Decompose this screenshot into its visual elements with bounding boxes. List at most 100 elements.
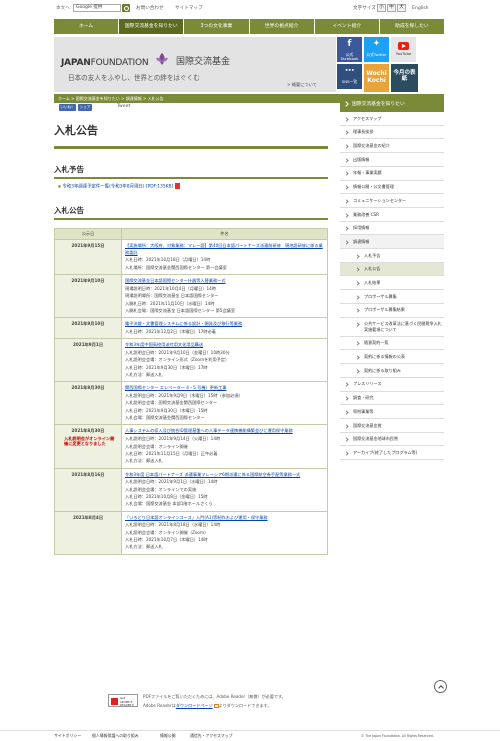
sidebar-item[interactable]: 年報・事業実績 <box>340 167 444 181</box>
notice-date-cell: 2021年8月16日 <box>54 467 122 512</box>
sns-list-button[interactable]: ⋯ SNS一覧 <box>337 64 362 89</box>
sidebar-item[interactable]: 寄附事業等 <box>340 405 444 419</box>
notice-title-link[interactable]: 令和3年度 日本語パートナーズ 派遣事業マレーシア6期派遣に係る国際航空券手配等… <box>125 472 324 479</box>
column-header-date: 公示日 <box>54 228 122 240</box>
footer-privacy[interactable]: 個人情報保護への取り組み <box>92 733 139 739</box>
sidebar-item[interactable]: 公共サービス改革法に基づく民間競争入札実施要項について <box>340 317 444 337</box>
breadcrumb-procurement[interactable]: 調達情報 <box>126 96 142 101</box>
contact-link[interactable]: お問い合わせ <box>136 6 164 12</box>
sidebar-item[interactable]: 随意契約一覧 <box>340 336 444 351</box>
sidebar-item[interactable]: 入札結果 <box>340 276 444 291</box>
sidebar-item[interactable]: アーカイブ(終了したプログラム等) <box>340 446 444 461</box>
facebook-button[interactable]: f 公式Facebook <box>337 37 362 62</box>
notice-date: 2021年8月4日 <box>72 514 104 520</box>
sidebar-item[interactable]: 理事長挨拶 <box>340 126 444 140</box>
tweet-button[interactable]: Tweet <box>117 104 130 110</box>
sidebar-item[interactable]: 採用情報 <box>340 222 444 236</box>
sidebar-heading[interactable]: 国際交流基金を知りたい <box>340 97 444 112</box>
youtube-label: YouTube <box>395 51 412 56</box>
breadcrumb-home[interactable]: ホーム <box>58 96 70 101</box>
notice-detail-line: 入札日時：2021年9月30日（木曜日）17時 <box>125 364 208 370</box>
sidebar-item[interactable]: 情報公開・公文書管理 <box>340 181 444 195</box>
notice-detail-line: 入札日時：2021年10月18日（月曜日）14時 <box>125 257 211 263</box>
font-medium-button[interactable]: 中 <box>387 4 396 12</box>
sitemap-link[interactable]: サイトマップ <box>175 6 203 12</box>
facebook-like-button[interactable]: いいね！ 1 <box>59 104 76 116</box>
table-row: 2021年9月10日 電子決裁・文書管理システムに係る設計・開発及び移行等業務 入札… <box>54 317 328 340</box>
notice-title-link[interactable]: 「いろどり日本語オンラインコース」入門(A1)等制作および運用・保守業務 <box>125 515 324 522</box>
wochikochi-banner[interactable]: Wochi Kochi <box>364 64 389 92</box>
table-row: 2021年9月15日 【実施場所：大阪府、対象業務：マレー語】第40回日本語パート… <box>54 238 328 276</box>
sidebar-item[interactable]: プレスリリース <box>340 378 444 392</box>
notice-detail-line: 入開札日時：2021年11月10日（水曜日）14時 <box>125 300 215 306</box>
notice-detail-cell: 「いろどり日本語オンラインコース」入門(A1)等制作および運用・保守業務 入札説明… <box>121 510 328 555</box>
adobe-badge-line2: ADOBE® READER® <box>120 699 135 708</box>
monthly-cover-banner[interactable]: 今月の表紙 <box>391 64 418 92</box>
search-input[interactable]: Google 提供 <box>73 4 121 12</box>
sidebar-item[interactable]: 業務改善 CSR <box>340 208 444 222</box>
notice-date: 2021年9月10日 <box>71 278 105 284</box>
sidebar-item[interactable]: 国際交流基金の紹介 <box>340 139 444 154</box>
sidebar-item[interactable]: プロポーザル募集結果 <box>340 303 444 318</box>
nav-home[interactable]: ホーム <box>54 19 120 34</box>
font-size-label: 文字サイズ <box>353 6 376 11</box>
breadcrumb-about[interactable]: 国際交流基金を知りたい <box>76 96 120 101</box>
footer-disclosure[interactable]: 情報公開 <box>160 733 176 739</box>
notice-date-cell: 2021年9月10日 <box>54 317 122 340</box>
table-row: 2021年8月30日 入札説明会がオンライン開催に変更となりました 人事システムの導… <box>54 424 328 469</box>
notices-table: 公示日 件名 2021年9月15日 【実施場所：大阪府、対象業務：マレー語】第40… <box>54 228 328 555</box>
yokoku-list-item: ▪ 令和3年調達予定件一覧(令和3年8月現在) [PDF:135KB] <box>58 183 180 190</box>
sidebar-item[interactable]: 国際交流基金賞 <box>340 419 444 433</box>
logo-text-en[interactable]: JAPANFOUNDATION <box>61 58 149 69</box>
notice-detail-line: 入札日時：2021年9月30日（木曜日）15時 <box>125 407 208 413</box>
nav-grants[interactable]: 助成を探したい <box>380 19 444 34</box>
sidebar-item[interactable]: コミュニケーションセンター <box>340 194 444 208</box>
nav-programs[interactable]: 3つの文化事業 <box>184 19 250 34</box>
twitter-button[interactable]: ✦ 公式Twitter <box>364 37 389 62</box>
footer-access[interactable]: 通信先・アクセスマップ <box>190 733 232 739</box>
font-large-button[interactable]: 大 <box>397 4 406 12</box>
notice-title-link[interactable]: 国際交流基金日本語国際センター什器等入替業務一式 <box>125 278 324 285</box>
sidebar-item[interactable]: 調達情報 <box>340 235 444 250</box>
column-header-subject: 件名 <box>121 228 328 240</box>
facebook-share-button[interactable]: シェア <box>78 104 92 111</box>
sidebar-item[interactable]: 国際交流基金地球市民賞 <box>340 433 444 447</box>
notice-detail-cell: 人事システムの導入及び統合ID管理基盤への人事データ連携機能構築並びに運用保守業… <box>121 424 328 469</box>
notice-detail-line: 入札説明会会場：オンラインでの実施 <box>125 486 197 492</box>
yokoku-pdf-link[interactable]: 令和3年調達予定件一覧(令和3年8月現在) [PDF:135KB] <box>62 185 173 190</box>
notice-title-link[interactable]: 関西国際センター エレベーター 4・5 号機）更新工事 <box>125 385 324 392</box>
notice-title-link[interactable]: 【実施場所：大阪府、対象業務：マレー語】第40回日本語パートナーズ派遣前研修 現… <box>125 243 324 256</box>
sidebar-item[interactable]: 入札公告 <box>340 262 444 277</box>
sidebar-item[interactable]: 入札予告 <box>340 249 444 263</box>
notice-title-link[interactable]: 人事システムの導入及び統合ID管理基盤への人事データ連携機能構築並びに運用保守業… <box>125 428 324 435</box>
notice-detail-line: 入札日時：2021年12月2日（木曜日）17時必着 <box>125 328 216 334</box>
skip-to-content-link[interactable]: 本文へ <box>56 6 70 12</box>
search-icon[interactable] <box>122 4 130 12</box>
font-small-button[interactable]: 小 <box>377 4 386 12</box>
adobe-download-link[interactable]: ダウンロードページ <box>176 703 213 708</box>
nav-about[interactable]: 国際交流基金を知りたい <box>119 19 185 34</box>
sidebar-item[interactable]: アクセスマップ <box>340 112 444 126</box>
sidebar-item[interactable]: 契約に係る情報の公表 <box>340 350 444 365</box>
nav-events[interactable]: イベント紹介 <box>315 19 380 34</box>
sns-icon: ⋯ <box>345 66 354 76</box>
sidebar-item[interactable]: プロポーザル募集 <box>340 290 444 304</box>
notice-detail-cell: 関西国際センター エレベーター 4・5 号機）更新工事 入札説明会日時：2021年… <box>121 381 328 426</box>
adobe-reader-badge[interactable]: Get ADOBE® READER® <box>108 694 138 707</box>
youtube-button[interactable]: YouTube <box>391 37 416 62</box>
overview-link[interactable]: > 概要について <box>287 82 317 87</box>
back-to-top-icon[interactable] <box>434 680 447 693</box>
sidebar-item[interactable]: 契約に係る取り組み <box>340 364 444 378</box>
sidebar-item[interactable]: 出版情報 <box>340 153 444 167</box>
facebook-icon: f <box>347 39 352 49</box>
table-row: 2021年8月30日 関西国際センター エレベーター 4・5 号機）更新工事 入札説… <box>54 381 328 426</box>
english-link[interactable]: English <box>412 6 429 12</box>
adobe-badge-text: Get ADOBE® READER® <box>120 696 137 708</box>
footer-site-policy[interactable]: サイトポリシー <box>54 733 81 739</box>
nav-offices[interactable]: 世界の拠点紹介 <box>250 19 315 34</box>
notice-title-link[interactable]: 令和3年度中国高校用送付用文化用品購送 <box>125 342 324 349</box>
notice-title-link[interactable]: 電子決裁・文書管理システムに係る設計・開発及び移行等業務 <box>125 321 324 328</box>
sidebar-item[interactable]: 調査・研究 <box>340 392 444 406</box>
wochikochi-label: Wochi Kochi <box>366 70 387 84</box>
youtube-icon <box>398 42 409 50</box>
